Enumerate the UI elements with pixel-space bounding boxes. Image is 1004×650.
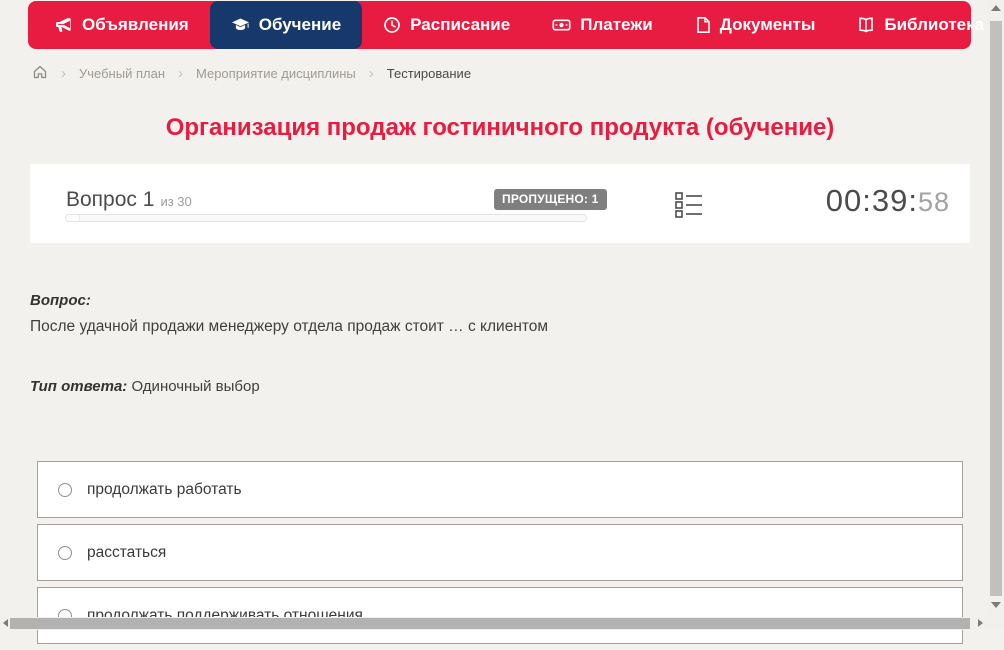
breadcrumb-testing: Тестирование [386,65,472,81]
breadcrumb-discipline-event[interactable]: Мероприятие дисциплины [196,66,356,81]
horizontal-scrollbar[interactable] [0,617,987,630]
question-text: После удачной продажи менеджеру отдела п… [30,318,549,335]
nav-tab-documents[interactable]: Документы [674,1,837,49]
skipped-badge: ПРОПУЩЕНО: 1 [494,189,607,210]
graduation-cap-icon [231,16,250,34]
nav-tab-announcements[interactable]: Объявления [34,1,210,49]
scroll-right-arrow[interactable] [978,619,983,627]
horizontal-scroll-thumb[interactable] [10,618,970,629]
nav-tab-label: Библиотека [884,15,985,34]
answer-type-row: Тип ответа: Одиночный выбор [30,378,260,395]
question-total-label: из 30 [160,194,192,209]
nav-tab-learning[interactable]: Обучение [209,1,363,49]
answer-option-3[interactable]: продолжать поддерживать отношения [37,587,963,644]
radio-button[interactable] [58,482,72,497]
vertical-scrollbar[interactable] [987,0,1004,617]
question-heading: Вопрос: [30,292,91,309]
breadcrumb-separator: › [61,64,66,82]
megaphone-icon [55,16,73,34]
answer-option-label: продолжать работать [87,480,242,498]
question-number-label: Вопрос 1 [66,188,155,211]
question-progress-fill [66,215,80,221]
question-number: Вопрос 1 из 30 [66,188,192,212]
scrollbar-corner [987,617,1004,630]
breadcrumb-study-plan[interactable]: Учебный план [79,66,165,81]
home-icon[interactable] [32,64,48,83]
question-list-icon[interactable] [675,192,703,223]
timer: 00:39:58 [826,183,950,219]
payment-icon [552,16,571,34]
question-progress-card: Вопрос 1 из 30 ПРОПУЩЕНО: 1 00:39:58 [30,164,970,243]
nav-tab-label: Расписание [410,15,511,34]
book-icon [857,16,875,34]
radio-button[interactable] [58,545,72,560]
answer-option-2[interactable]: расстаться [37,524,963,581]
main-navbar: Объявления Обучение Расписание Платежи Д… [28,1,1004,49]
answer-type-label: Тип ответа: [30,378,128,395]
clock-icon [383,16,401,34]
answer-type-value: Одиночный выбор [131,378,260,395]
question-progress-bar [65,214,587,222]
page-title: Организация продаж гостиничного продукта… [165,114,835,141]
scroll-up-arrow[interactable] [991,5,1001,11]
vertical-scroll-thumb[interactable] [990,21,1002,596]
answer-option-1[interactable]: продолжать работать [37,461,963,518]
nav-tab-label: Обучение [258,15,342,34]
breadcrumb-separator: › [178,64,183,82]
timer-seconds: 58 [917,187,950,217]
breadcrumb: › Учебный план › Мероприятие дисциплины … [32,63,471,83]
breadcrumb-separator: › [368,64,374,82]
nav-tab-schedule[interactable]: Расписание [362,1,531,49]
timer-minutes: 00:39: [825,183,918,218]
scroll-down-arrow[interactable] [991,602,1001,608]
nav-tab-label: Объявления [82,15,189,34]
nav-tab-label: Документы [719,15,816,34]
document-icon [695,16,711,34]
scroll-left-arrow[interactable] [3,619,8,627]
nav-tab-label: Платежи [580,15,653,34]
answer-option-label: расстаться [87,543,167,561]
nav-tab-payments[interactable]: Платежи [531,1,674,49]
nav-tab-library[interactable]: Библиотека [836,1,1004,49]
